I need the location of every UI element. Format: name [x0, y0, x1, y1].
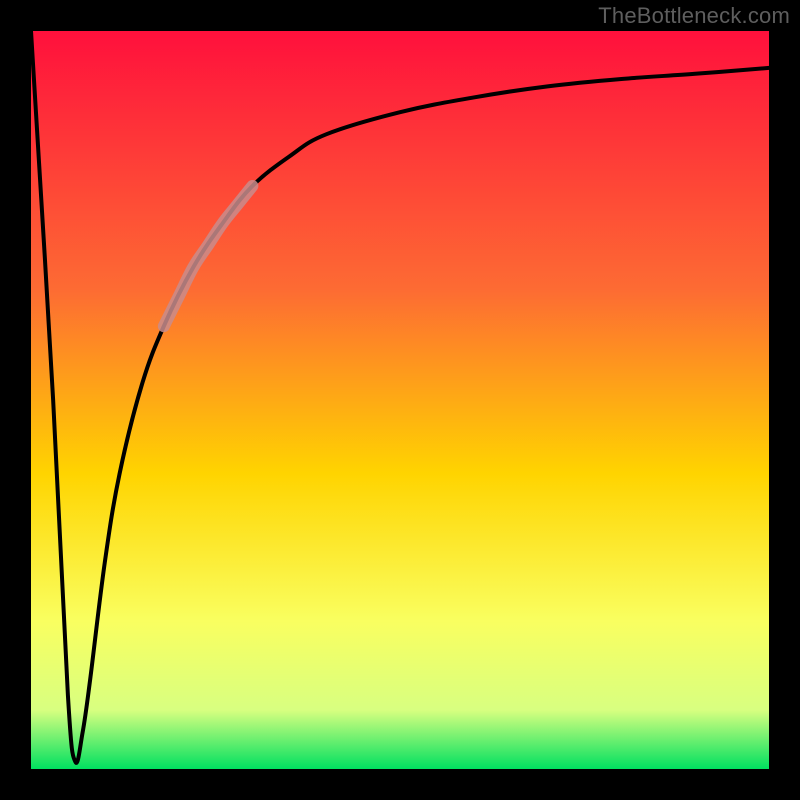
chart-frame: TheBottleneck.com: [0, 0, 800, 800]
watermark-text: TheBottleneck.com: [598, 3, 790, 29]
bottleneck-chart: [0, 0, 800, 800]
gradient-background: [31, 31, 769, 769]
